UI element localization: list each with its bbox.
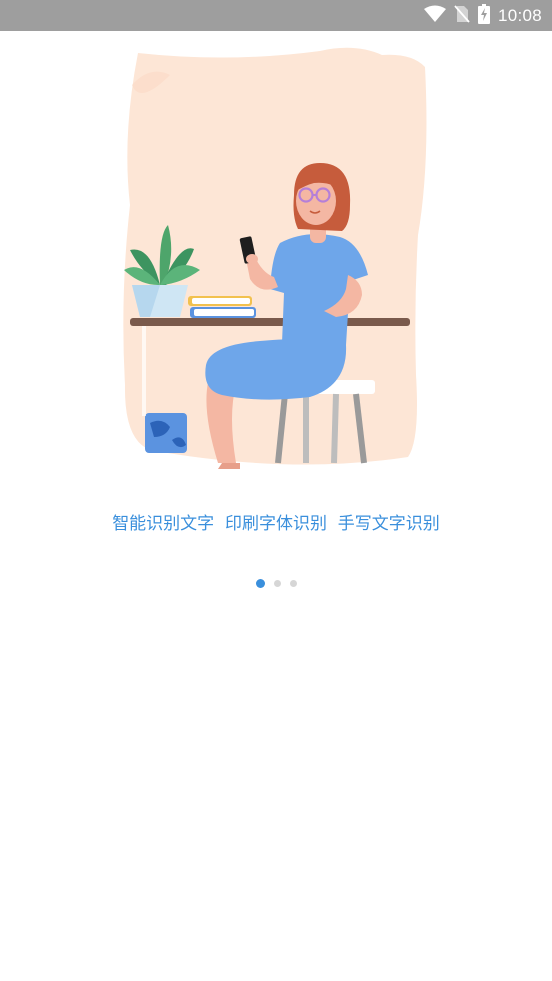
- page-indicator: [0, 579, 552, 588]
- status-time: 10:08: [497, 5, 542, 25]
- onboarding-illustration: [123, 47, 427, 469]
- status-icons: 10:08: [423, 0, 542, 31]
- onboarding-caption: 智能识别文字 印刷字体识别 手写文字识别: [112, 514, 440, 534]
- desk: [130, 318, 410, 326]
- wifi-icon: [423, 5, 446, 27]
- no-sim-icon: [454, 4, 470, 27]
- battery-charging-icon: [477, 3, 490, 28]
- status-bar: 10:08: [0, 0, 552, 31]
- books-icon: [188, 296, 256, 318]
- page-dot-3[interactable]: [289, 580, 297, 587]
- globe-icon: [145, 413, 187, 453]
- page-dot-2[interactable]: [273, 580, 281, 587]
- page-dot-1-active[interactable]: [255, 579, 265, 588]
